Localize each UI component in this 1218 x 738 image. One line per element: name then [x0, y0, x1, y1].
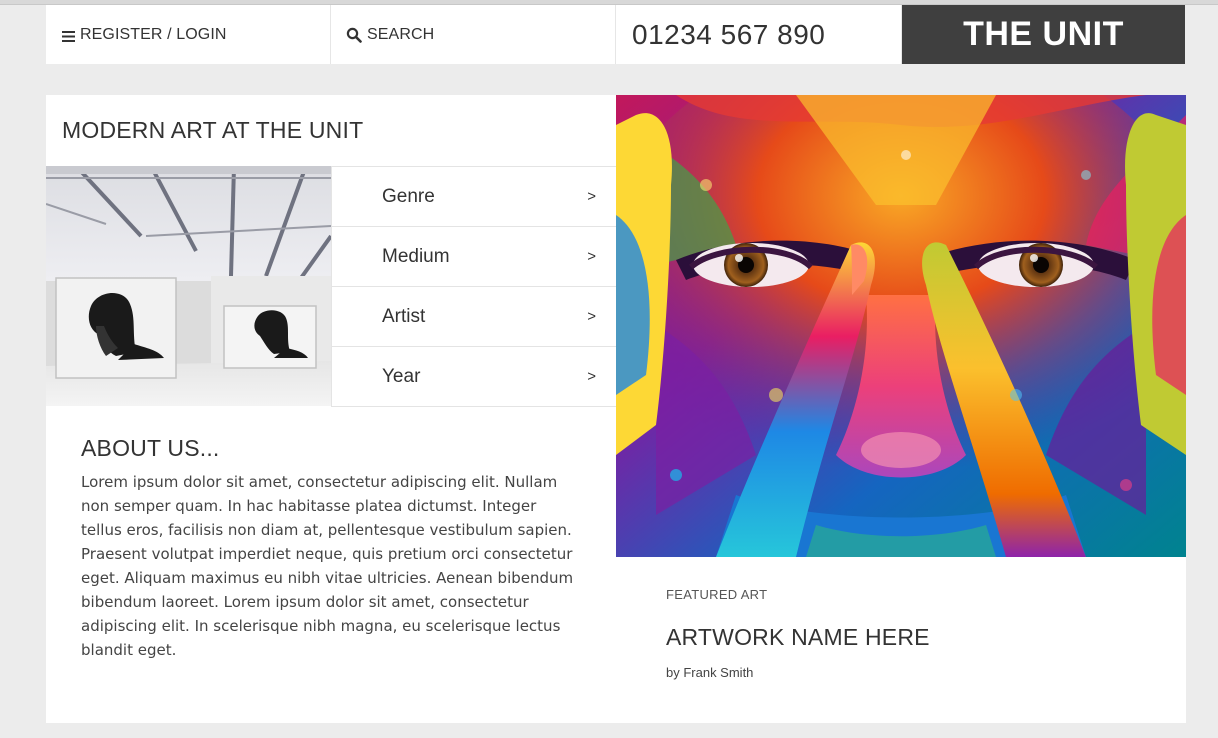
- site-header: REGISTER / LOGIN SEARCH 01234 567 890 TH…: [46, 5, 1185, 64]
- search-icon: [346, 27, 362, 43]
- page-title: MODERN ART AT THE UNIT: [62, 117, 364, 143]
- left-column: MODERN ART AT THE UNIT Genre > Medium > …: [46, 95, 616, 723]
- nav-item-genre[interactable]: Genre >: [331, 167, 616, 227]
- artwork-title[interactable]: ARTWORK NAME HERE: [666, 624, 930, 651]
- category-nav: Genre > Medium > Artist > Year >: [331, 166, 616, 407]
- phone-text: 01234 567 890: [632, 18, 826, 50]
- featured-art-info: FEATURED ART ARTWORK NAME HERE by Frank …: [666, 587, 930, 680]
- nav-item-year[interactable]: Year >: [331, 347, 616, 407]
- search-button[interactable]: SEARCH: [331, 5, 616, 64]
- phone-number: 01234 567 890: [616, 5, 902, 64]
- nav-item-label: Artist: [382, 305, 426, 327]
- chevron-right-icon: >: [587, 368, 596, 385]
- about-section: ABOUT US... Lorem ipsum dolor sit amet, …: [81, 435, 581, 662]
- brand-text: THE UNIT: [963, 15, 1124, 53]
- nav-item-label: Genre: [382, 185, 435, 207]
- right-column: FEATURED ART ARTWORK NAME HERE by Frank …: [616, 95, 1186, 723]
- search-label: SEARCH: [367, 25, 435, 43]
- chevron-right-icon: >: [587, 308, 596, 325]
- chevron-right-icon: >: [587, 248, 596, 265]
- nav-item-artist[interactable]: Artist >: [331, 287, 616, 347]
- nav-item-medium[interactable]: Medium >: [331, 227, 616, 287]
- brand-logo[interactable]: THE UNIT: [902, 5, 1185, 64]
- register-login-button[interactable]: REGISTER / LOGIN: [46, 5, 331, 64]
- chevron-right-icon: >: [587, 188, 596, 205]
- about-title: ABOUT US...: [81, 435, 220, 461]
- gallery-room-image: [46, 166, 331, 406]
- featured-artwork-image[interactable]: [616, 95, 1186, 557]
- artwork-byline: by Frank Smith: [666, 665, 754, 680]
- hamburger-icon: [62, 29, 75, 42]
- nav-item-label: Year: [382, 365, 421, 387]
- about-text: Lorem ipsum dolor sit amet, consectetur …: [81, 473, 574, 659]
- nav-item-label: Medium: [382, 245, 450, 267]
- main-panel: MODERN ART AT THE UNIT Genre > Medium > …: [46, 95, 1186, 723]
- featured-kicker: FEATURED ART: [666, 587, 768, 602]
- register-login-label: REGISTER / LOGIN: [80, 25, 227, 43]
